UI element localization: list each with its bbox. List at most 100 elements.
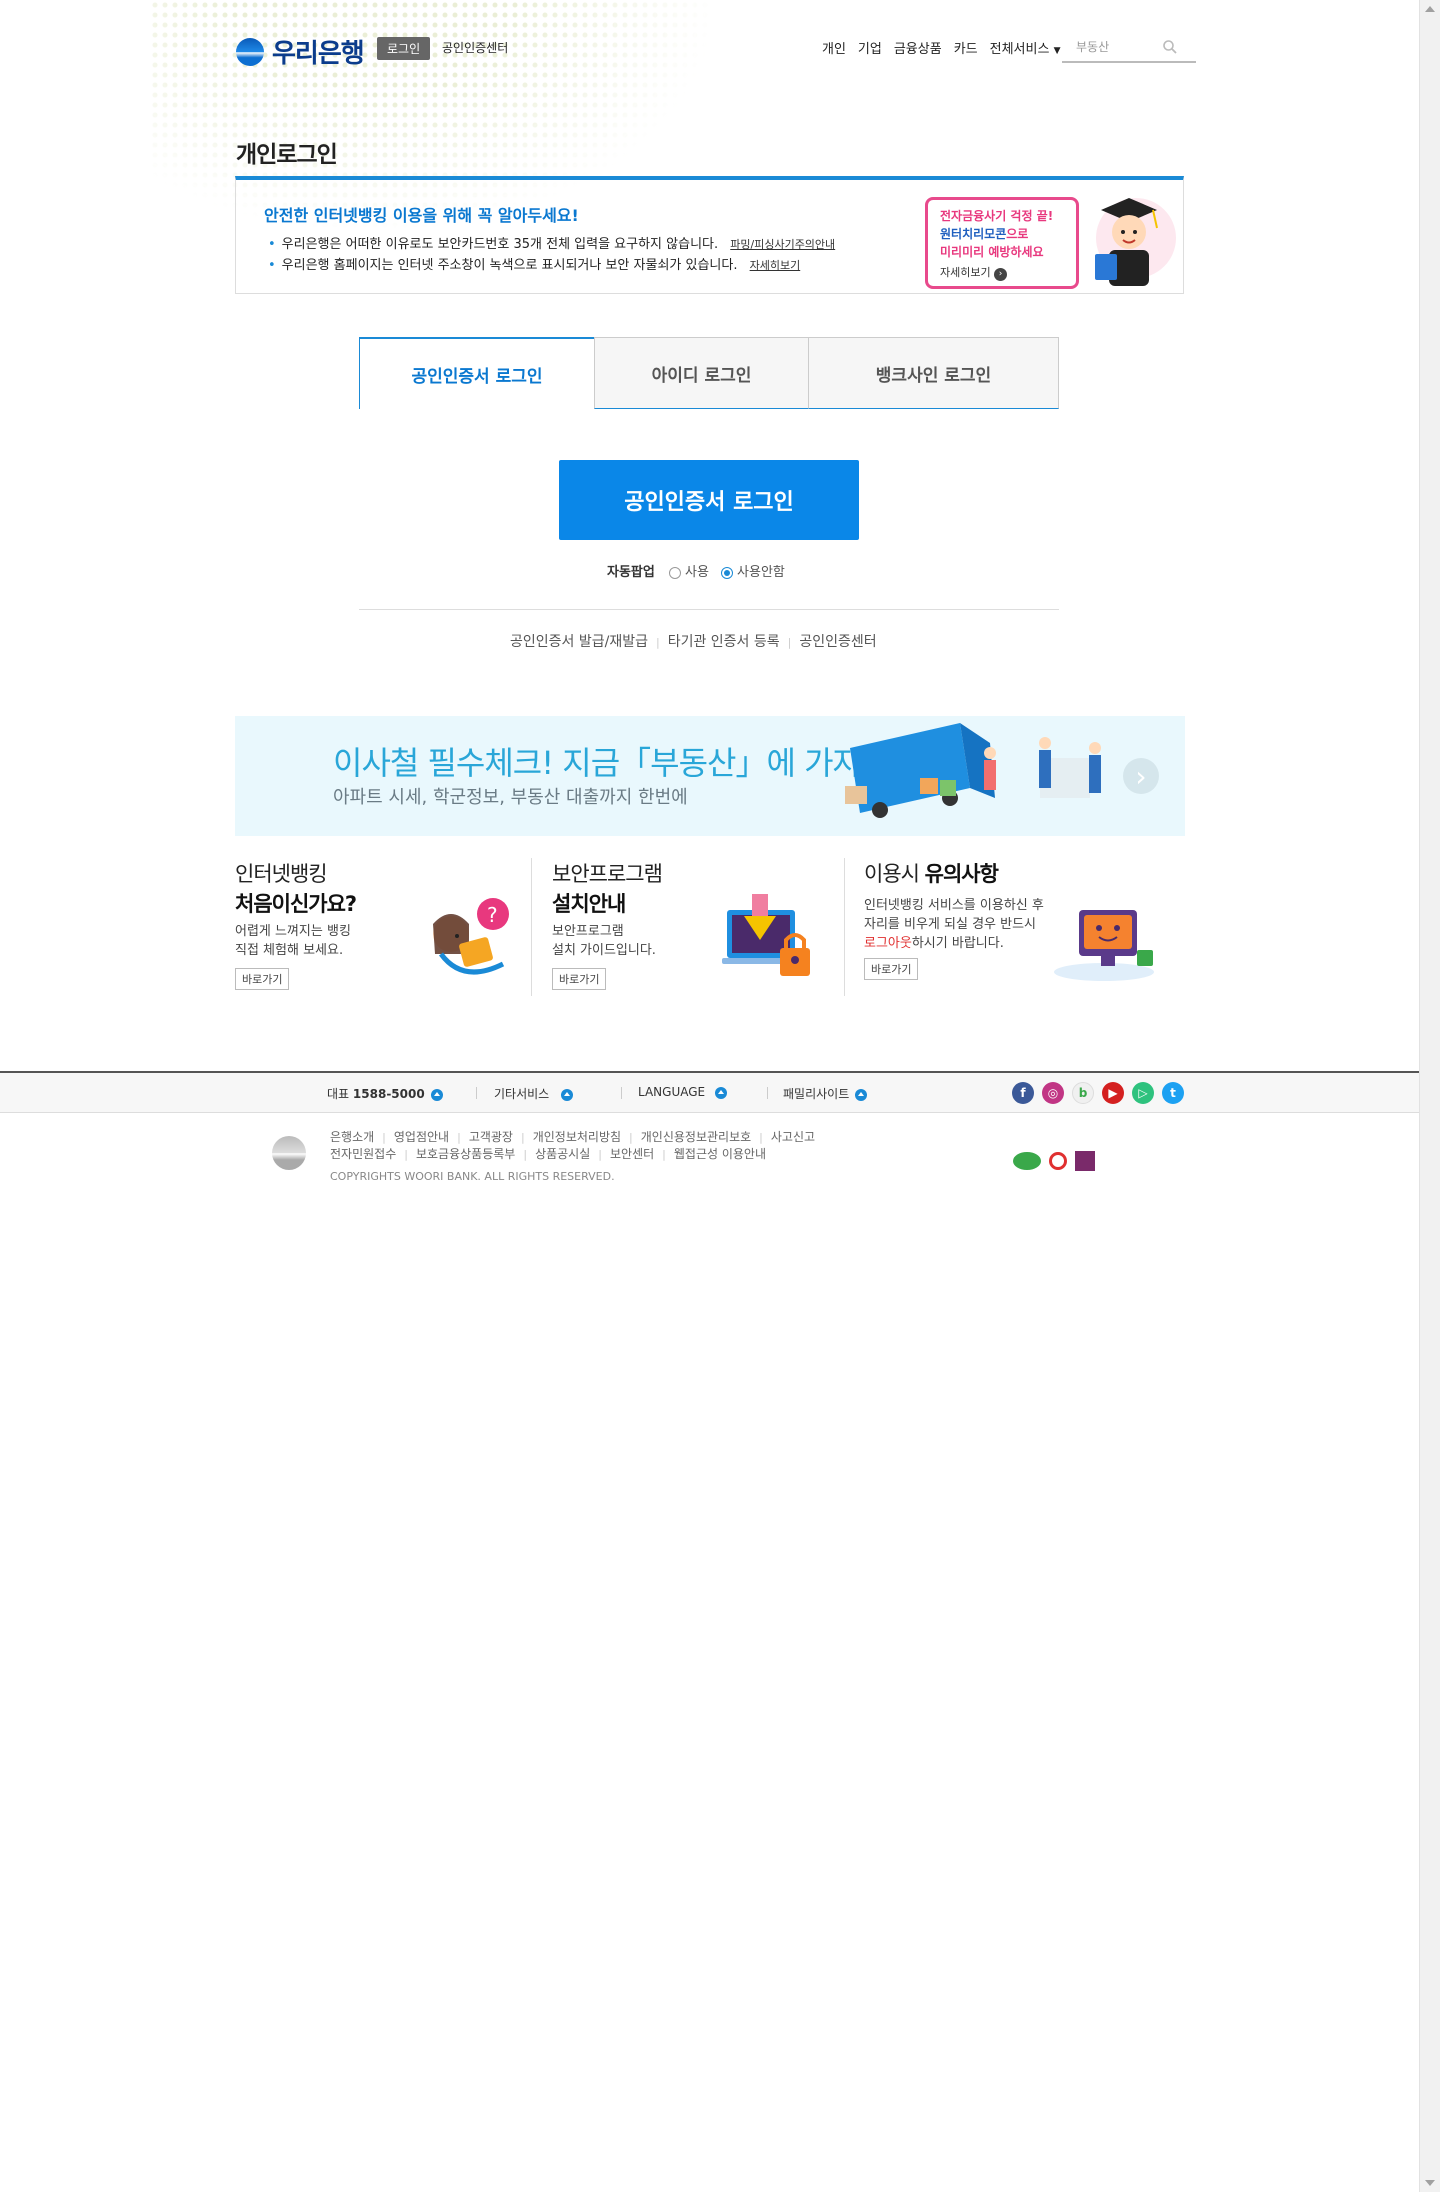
footer-link-incident[interactable]: 사고신고 [771,1130,815,1144]
footer-link-disclosure[interactable]: 상품공시실 [535,1147,590,1161]
promo-2-button[interactable]: 바로가기 [552,968,607,990]
bullet-icon: • [268,237,276,252]
twitter-icon[interactable]: t [1162,1082,1184,1104]
tab-certificate-login[interactable]: 공인인증서 로그인 [359,337,595,409]
separator: | [662,1148,666,1161]
family-sites-menu[interactable]: 패밀리사이트 [783,1085,868,1102]
nav-all-services[interactable]: 전체서비스 ▼ [990,38,1061,57]
award-mark-icon [1075,1151,1095,1171]
search-icon[interactable] [1162,39,1178,55]
youtube-icon[interactable]: ▶ [1102,1082,1124,1104]
nav-products[interactable]: 금융상품 [894,38,942,57]
phone-label: 대표 [327,1087,350,1101]
phone-info[interactable]: 대표 1588-5000 [327,1085,443,1102]
notice-title: 안전한 인터넷뱅킹 이용을 위해 꼭 알아두세요! [264,206,579,225]
certification-marks [1013,1151,1095,1171]
security-notice: 안전한 인터넷뱅킹 이용을 위해 꼭 알아두세요! • 우리은행은 어떠한 이유로… [235,176,1184,294]
main-nav: 개인 기업 금융상품 카드 전체서비스 ▼ [822,38,1060,57]
separator: | [655,636,660,649]
separator: | [382,1131,386,1144]
footer-link-security-center[interactable]: 보안센터 [610,1147,654,1161]
promo-3-button[interactable]: 바로가기 [864,958,919,980]
cert-center-link[interactable]: 공인인증센터 [442,39,508,56]
banner-title: 이사철 필수체크! 지금「부동산」에 가자 [333,744,862,782]
other-cert-register-link[interactable]: 타기관 인증서 등록 [668,634,780,650]
scroll-up-arrow-icon[interactable] [1425,6,1435,12]
separator: | [404,1148,408,1161]
divider [359,609,1059,610]
logout-emphasis: 로그아웃 [864,936,912,951]
separator [476,1087,477,1099]
scroll-down-arrow-icon[interactable] [1425,2180,1435,2186]
other-services-menu[interactable]: 기타서비스 [494,1085,574,1102]
footer-link-customer[interactable]: 고객광장 [469,1130,513,1144]
play-icon[interactable]: ▷ [1132,1082,1154,1104]
banner-subtitle: 아파트 시세, 학군정보, 부동산 대출까지 한번에 [333,787,688,808]
social-links: f ◎ b ▶ ▷ t [1012,1082,1184,1104]
nav-card[interactable]: 카드 [954,38,978,57]
certificate-login-button[interactable]: 공인인증서 로그인 [559,460,859,540]
footer-link-credit-info[interactable]: 개인신용정보관리보호 [641,1130,751,1144]
footer-link-accessibility[interactable]: 웹접근성 이용안내 [674,1147,766,1161]
footer-link-complaint[interactable]: 전자민원접수 [330,1147,396,1161]
separator: | [523,1148,528,1161]
cert-issue-link[interactable]: 공인인증서 발급/재발급 [510,634,648,650]
blog-icon[interactable]: b [1072,1082,1094,1104]
pharming-notice-link[interactable]: 파밍/피싱사기주의안내 [730,238,835,251]
bank-logo[interactable]: 우리은행 [236,33,365,70]
footer-bar: 대표 1588-5000 기타서비스 LANGUAGE 패밀리사이트 f ◎ b… [0,1071,1419,1113]
promo-usage-notice: 이용시 유의사항 인터넷뱅킹 서비스를 이용하신 후 자리를 비우게 되실 경우… [864,858,1164,998]
expand-up-icon [715,1086,728,1099]
auto-popup-off-label: 사용안함 [737,565,785,580]
footer-link-branches[interactable]: 영업점안내 [394,1130,449,1144]
nav-personal[interactable]: 개인 [822,38,846,57]
language-menu[interactable]: LANGUAGE [638,1085,728,1099]
facebook-icon[interactable]: f [1012,1082,1034,1104]
banner-next-arrow-icon[interactable]: › [1123,758,1159,794]
remote-promo-callout[interactable]: 전자금융사기 걱정 끝! 원터치리모콘으로 미리미리 예방하세요 자세히보기 › [925,197,1079,289]
separator: | [520,1131,525,1144]
auto-popup-label: 자동팝업 [607,565,655,580]
separator: | [759,1131,763,1144]
family-sites-label: 패밀리사이트 [783,1087,850,1101]
auto-popup-on-option[interactable]: 사용 [668,565,709,580]
search-input[interactable]: 부동산 [1076,38,1109,55]
nav-business[interactable]: 기업 [858,38,882,57]
promo-2-title-1: 보안프로그램 [552,862,663,886]
callout-line-2: 원터치리모콘으로 [940,225,1028,242]
graduate-character-illustration [1095,198,1176,286]
cert-center-bottom-link[interactable]: 공인인증센터 [799,634,876,650]
tab-banksign-login[interactable]: 뱅크사인 로그인 [808,337,1059,409]
separator [767,1087,768,1099]
vertical-scrollbar[interactable] [1419,0,1440,2192]
more-details-link[interactable]: 자세히보기 [750,259,801,272]
tab-id-login[interactable]: 아이디 로그인 [594,337,809,409]
promo-divider [844,858,845,996]
auto-popup-on-radio[interactable] [668,566,681,579]
copyright: COPYRIGHTS WOORI BANK. ALL RIGHTS RESERV… [330,1170,615,1183]
auto-popup-off-option[interactable]: 사용안함 [721,565,785,580]
logo-mark-icon [236,37,264,66]
footer-link-privacy[interactable]: 개인정보처리방침 [533,1130,621,1144]
instagram-icon[interactable]: ◎ [1042,1082,1064,1104]
real-estate-banner[interactable]: 이사철 필수체크! 지금「부동산」에 가자 아파트 시세, 학군정보, 부동산 … [235,716,1185,836]
auto-popup-off-radio[interactable] [721,566,734,579]
certification-mark-icon [1049,1152,1067,1170]
notice-line-1: • 우리은행은 어떠한 이유로도 보안카드번호 35개 전체 입력을 요구하지 않… [268,233,835,252]
promo-3-title-2: 유의사항 [924,862,999,886]
login-badge[interactable]: 로그인 [377,37,431,60]
promo-3-title-1: 이용시 [864,862,920,886]
callout-more[interactable]: 자세히보기 › [940,264,1008,281]
phone-number: 1588-5000 [352,1087,425,1101]
search-box[interactable]: 부동산 [1062,31,1196,63]
page-title: 개인로그인 [236,142,338,168]
other-services-label: 기타서비스 [494,1087,550,1101]
footer-links-row-2: 전자민원접수 | 보호금융상품등록부 | 상품공시실 | 보안센터 | 웹접근성 이용안내 [330,1145,766,1162]
footer-link-about[interactable]: 은행소개 [330,1130,374,1144]
footer-links-row-1: 은행소개 | 영업점안내 | 고객광장 | 개인정보처리방침 | 개인신용정보관리보호 | 사고신고 [330,1128,815,1145]
promo-1-button[interactable]: 바로가기 [235,968,290,990]
footer-link-protected-products[interactable]: 보호금융상품등록부 [416,1147,515,1161]
separator: | [787,636,792,649]
promo-3-title: 이용시 유의사항 [864,858,1164,888]
computer-character-illustration [1054,910,1154,981]
